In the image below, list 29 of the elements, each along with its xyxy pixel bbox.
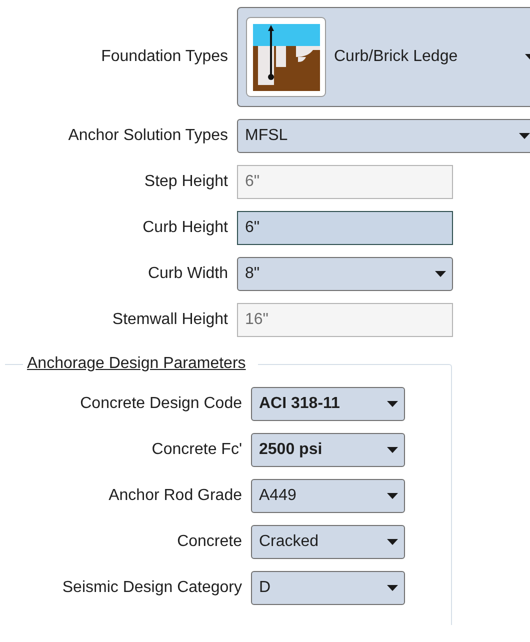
dropdown[interactable]: A449 <box>251 479 405 513</box>
dropdown-arrow-icon <box>387 447 398 453</box>
foundation-dropdown[interactable]: Curb/Brick Ledge <box>237 7 530 107</box>
field-label: Seismic Design Category <box>61 579 242 597</box>
dropdown-arrow-icon <box>519 133 530 139</box>
field-label: Stemwall Height <box>111 311 228 329</box>
dropdown[interactable]: Cracked <box>251 525 405 559</box>
dropdown[interactable]: MFSL <box>237 119 530 153</box>
dropdown-arrow-icon <box>387 585 398 591</box>
field-label: Concrete Design Code <box>79 395 242 413</box>
field-label: Anchor Rod Grade <box>108 487 242 505</box>
field-label: Curb Width <box>146 265 228 283</box>
dropdown-arrow-icon <box>435 271 446 277</box>
dropdown-arrow-icon <box>387 493 398 499</box>
dropdown-arrow-icon <box>387 401 398 407</box>
field-label: Concrete <box>176 533 242 551</box>
dropdown[interactable]: ACI 318-11 <box>251 387 405 421</box>
field-label: Step Height <box>143 173 228 191</box>
dropdown[interactable]: 8" <box>237 257 453 291</box>
dropdown[interactable]: 2500 psi <box>251 433 405 467</box>
group-title: Anchorage Design Parameters <box>26 355 247 373</box>
dropdown[interactable]: D <box>251 571 405 605</box>
dropdown-arrow-icon <box>387 539 398 545</box>
curb-foundation-icon <box>246 17 326 97</box>
field-label: Curb Height <box>142 219 228 237</box>
field-label: Concrete Fc' <box>150 441 242 459</box>
field-label: Anchor Solution Types <box>67 127 228 145</box>
field-label: Foundation Types <box>100 48 228 66</box>
input-field[interactable]: 6" <box>237 211 453 245</box>
